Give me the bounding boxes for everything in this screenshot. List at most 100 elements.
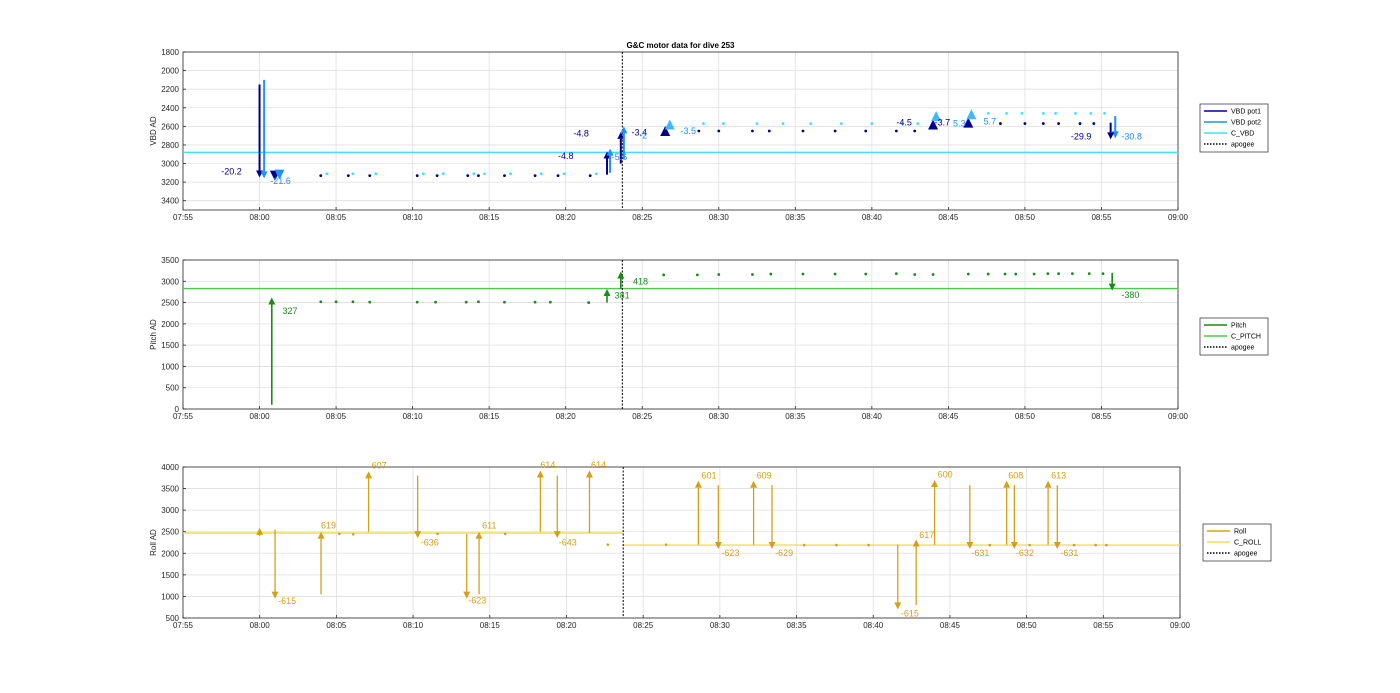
roll-move-label: -615 bbox=[278, 596, 296, 606]
vbd-pot2-point bbox=[721, 122, 725, 125]
y-tick-label: 2400 bbox=[161, 104, 179, 113]
vbd-pot1-point bbox=[717, 129, 721, 133]
roll-move-label: 617 bbox=[919, 530, 934, 540]
x-tick-label: 07:55 bbox=[173, 213, 194, 222]
pitch-point bbox=[864, 272, 868, 276]
vbd-pot2-point bbox=[781, 122, 785, 125]
legend-entry-label: apogee bbox=[1231, 345, 1254, 352]
x-tick-label: 08:05 bbox=[326, 621, 347, 630]
vbd-pot2-point bbox=[1041, 111, 1045, 115]
y-tick-label: 2600 bbox=[161, 122, 179, 131]
vbd-pot1-point bbox=[1023, 122, 1027, 125]
vbd-pot1-point bbox=[1078, 122, 1082, 125]
x-tick-label: 08:35 bbox=[785, 213, 806, 222]
vbd-pot2-point bbox=[1054, 111, 1057, 115]
pitch-point bbox=[913, 273, 917, 276]
roll-point bbox=[436, 532, 439, 536]
roll-point bbox=[1072, 543, 1076, 547]
vbd-pot1-point bbox=[767, 129, 771, 133]
roll-point bbox=[338, 532, 341, 536]
x-tick-label: 08:50 bbox=[1015, 412, 1036, 421]
roll-move-label: -615 bbox=[901, 608, 919, 618]
vbd-pot1-point bbox=[999, 122, 1002, 125]
roll-move-label: -623 bbox=[468, 595, 486, 605]
x-tick-label: 08:35 bbox=[787, 621, 808, 630]
pitch-point bbox=[1014, 272, 1018, 276]
vbd-pot2-point bbox=[562, 172, 566, 176]
vbd-pot1-point bbox=[415, 174, 419, 178]
pitch-point bbox=[434, 300, 437, 304]
pitch-point bbox=[966, 272, 970, 276]
roll-move-label: -643 bbox=[559, 538, 577, 548]
pitch-point bbox=[533, 300, 537, 304]
vbd-pot2-point bbox=[870, 122, 874, 125]
pitch-point bbox=[894, 272, 898, 276]
vbd-move-label: -30.8 bbox=[1121, 131, 1142, 141]
vbd-pot2-point bbox=[1074, 111, 1077, 115]
roll-move-label: 608 bbox=[1008, 471, 1023, 481]
pitch-move-label: -380 bbox=[1121, 290, 1139, 300]
x-tick-label: 08:55 bbox=[1093, 621, 1114, 630]
vbd-move-label: 5.3 bbox=[953, 118, 966, 128]
y-tick-label: 3000 bbox=[161, 506, 179, 515]
vbd-move-label: -5.6 bbox=[612, 152, 628, 162]
pitch-point bbox=[1003, 272, 1007, 276]
roll-move-label: -631 bbox=[971, 548, 989, 558]
x-tick-label: 08:50 bbox=[1017, 621, 1038, 630]
roll-move-label: -629 bbox=[775, 548, 793, 558]
pitch-point bbox=[368, 300, 372, 304]
y-tick-label: 1500 bbox=[161, 341, 179, 350]
roll-point bbox=[988, 543, 992, 547]
roll-move-label: 614 bbox=[591, 460, 606, 470]
x-tick-label: 08:45 bbox=[938, 213, 959, 222]
vbd-pot2-point bbox=[509, 172, 512, 176]
roll-point bbox=[351, 533, 355, 536]
y-tick-label: 4000 bbox=[161, 463, 179, 472]
vbd-pot1-point bbox=[533, 174, 537, 178]
roll-point bbox=[1094, 543, 1097, 547]
vbd-pot2-point bbox=[702, 122, 705, 125]
vbd-pot2-point bbox=[441, 172, 445, 176]
pitch-point bbox=[415, 300, 419, 304]
y-tick-label: 3000 bbox=[161, 277, 179, 286]
chart-title: G&C motor data for dive 253 bbox=[626, 41, 735, 50]
x-tick-label: 08:45 bbox=[940, 621, 961, 630]
y-tick-label: 1500 bbox=[161, 571, 179, 580]
vbd-pot1-point bbox=[697, 129, 701, 133]
y-tick-label: 1000 bbox=[161, 362, 179, 371]
x-tick-label: 08:40 bbox=[862, 213, 883, 222]
roll-move-label: -636 bbox=[421, 538, 439, 548]
vbd-pot2-point bbox=[809, 122, 813, 125]
pitch-point bbox=[931, 273, 935, 276]
vbd-move-label: -4.5 bbox=[896, 117, 912, 127]
x-tick-label: 08:55 bbox=[1091, 412, 1112, 421]
pitch-point bbox=[477, 300, 480, 304]
vbd-pot1-point bbox=[466, 174, 470, 178]
vbd-pot2-point bbox=[1103, 111, 1106, 115]
vbd-pot1-point bbox=[801, 129, 805, 133]
x-tick-label: 08:20 bbox=[556, 412, 577, 421]
pitch-point bbox=[833, 272, 837, 276]
roll-move-label: 613 bbox=[1051, 471, 1066, 481]
legend-entry-label: Pitch bbox=[1231, 323, 1247, 330]
pitch-point bbox=[751, 273, 754, 276]
y-tick-label: 2000 bbox=[161, 320, 179, 329]
vbd-pot1-point bbox=[503, 174, 506, 178]
pitch-point bbox=[503, 300, 506, 304]
x-tick-label: 08:00 bbox=[250, 412, 271, 421]
roll-point bbox=[1028, 543, 1031, 547]
legend-entry-label: VBD pot2 bbox=[1231, 120, 1261, 127]
roll-point bbox=[606, 543, 610, 546]
vbd-pot1-point bbox=[1041, 122, 1045, 125]
vbd-pot1-point bbox=[1092, 122, 1096, 125]
legend-entry-label: apogee bbox=[1234, 551, 1257, 558]
vbd-pot1-point bbox=[588, 174, 592, 178]
vbd-pot1-point bbox=[368, 174, 372, 178]
vbd-pot2-point bbox=[483, 172, 486, 176]
roll-move-label: 619 bbox=[321, 520, 336, 530]
vbd-move-label: -20.2 bbox=[221, 167, 242, 177]
vbd-pot2-point bbox=[539, 172, 543, 176]
pitch-point bbox=[319, 300, 323, 304]
vbd-pot2-point bbox=[472, 172, 476, 176]
figure: 07:55 08:00 08:05 08:10 08:15 08:20 08:25 08:30… bbox=[149, 41, 1272, 630]
